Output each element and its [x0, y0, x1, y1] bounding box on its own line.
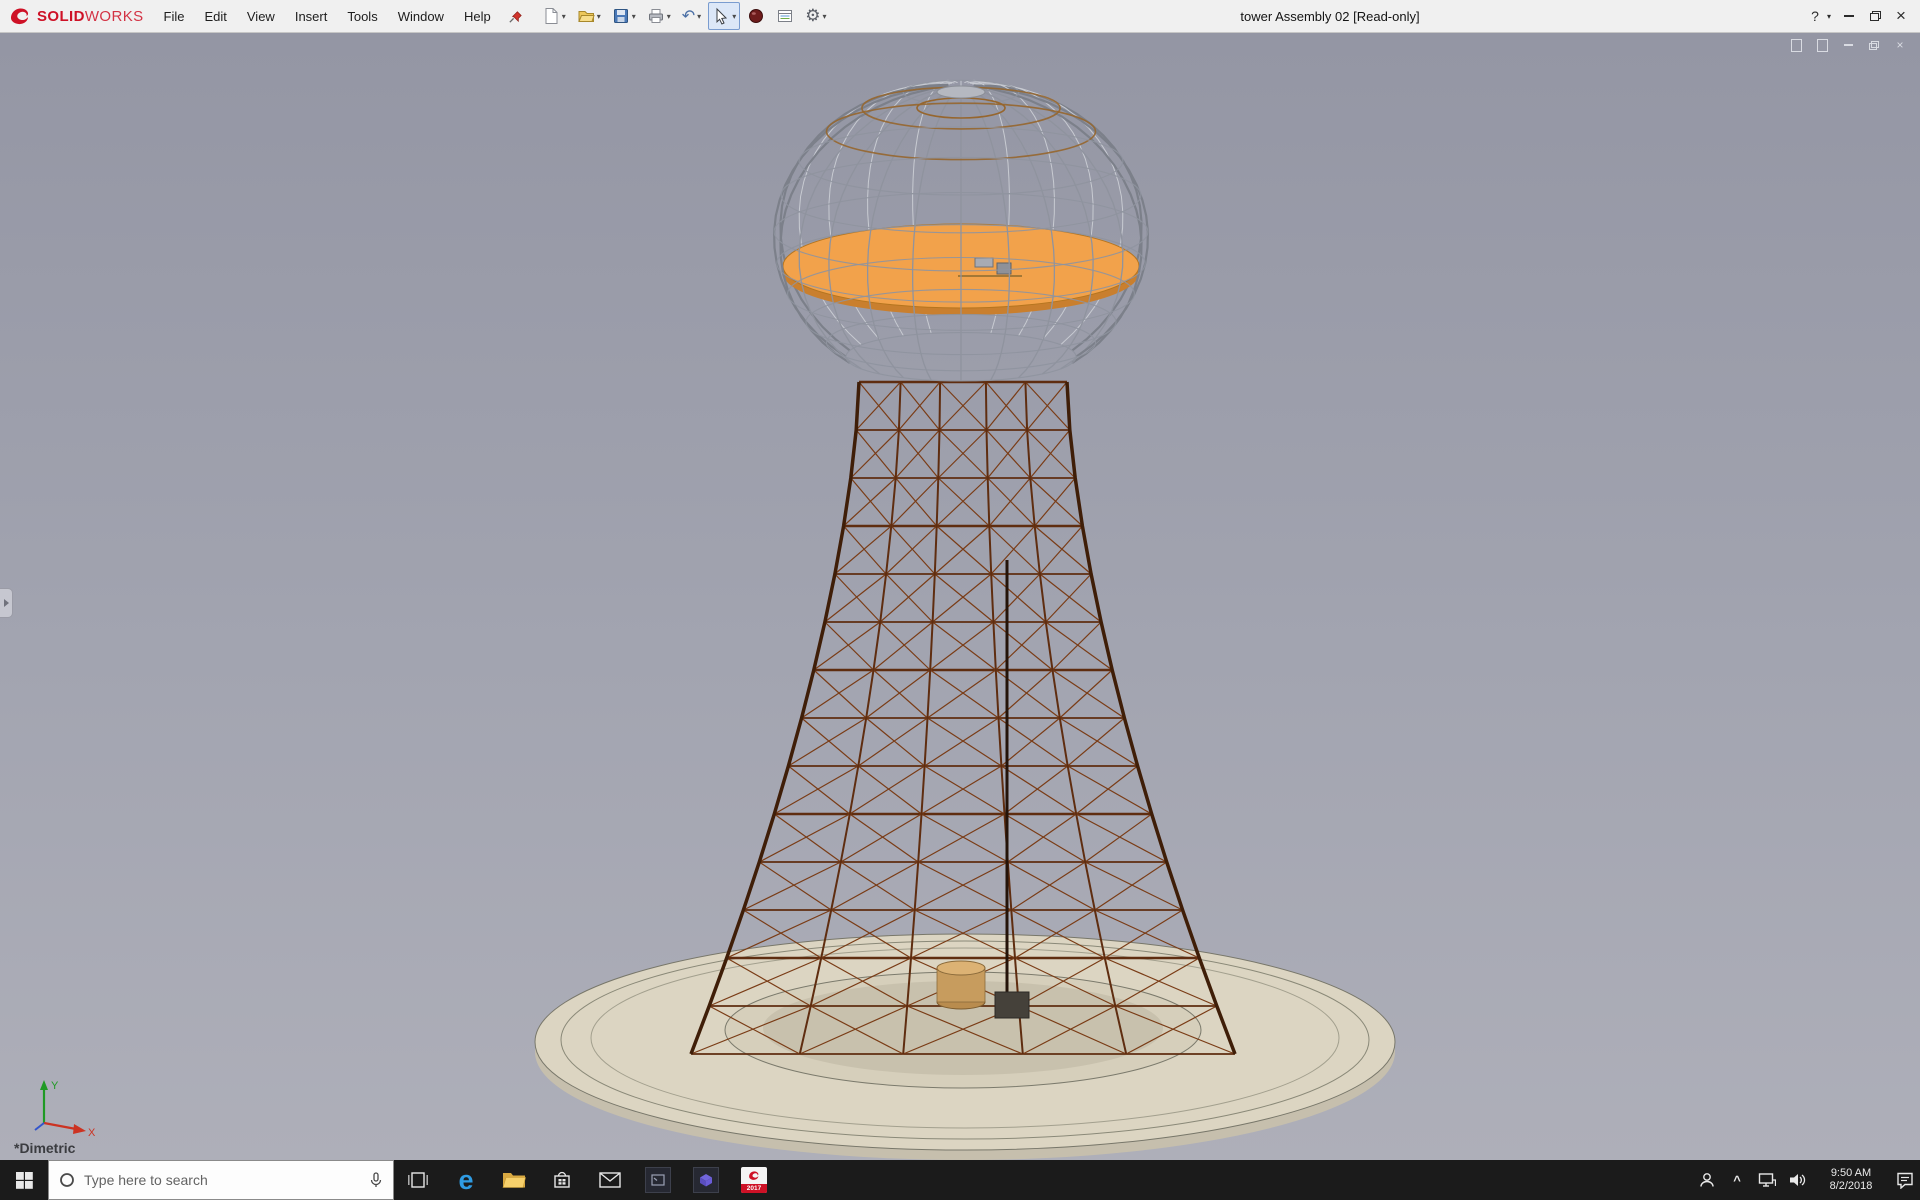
system-tray: ^ 9:50 AM 8/2/2018: [1692, 1160, 1920, 1200]
taskbar-store-button[interactable]: [538, 1160, 586, 1200]
menu-edit[interactable]: Edit: [194, 4, 236, 29]
taskbar-app-dark-button-2[interactable]: [682, 1160, 730, 1200]
report-button[interactable]: [772, 2, 798, 30]
doc-minimize-button[interactable]: [1838, 37, 1858, 53]
window-controls: ? ▾ ×: [1802, 0, 1914, 32]
new-document-button[interactable]: ▾: [538, 2, 570, 30]
chevron-down-icon[interactable]: ▾: [732, 12, 736, 21]
orientation-triad: Y X: [26, 1076, 98, 1138]
chevron-down-icon[interactable]: ▾: [562, 12, 566, 21]
window-title: tower Assembly 02 [Read-only]: [1150, 9, 1510, 24]
undo-button[interactable]: ↶ ▾: [678, 2, 705, 30]
taskbar-clock[interactable]: 9:50 AM 8/2/2018: [1812, 1167, 1890, 1193]
restore-button[interactable]: [1862, 0, 1888, 32]
cortana-icon: [59, 1172, 75, 1188]
select-cursor-icon: [712, 7, 730, 25]
taskbar: Type here to search e: [0, 1160, 1920, 1200]
doc-page-icon-1[interactable]: [1786, 37, 1806, 53]
tray-volume-button[interactable]: [1782, 1160, 1812, 1200]
tower-assembly-model[interactable]: [0, 32, 1920, 1160]
solidworks-window: SOLIDWORKS File Edit View Insert Tools W…: [0, 0, 1920, 1200]
menu-view[interactable]: View: [237, 4, 285, 29]
open-button[interactable]: ▾: [573, 2, 605, 30]
options-button[interactable]: ⚙ ▾: [801, 2, 830, 30]
speaker-icon: [1788, 1172, 1806, 1188]
solidworks-logo: SOLIDWORKS: [0, 4, 154, 28]
print-icon: [647, 7, 665, 25]
chevron-down-icon[interactable]: ▾: [697, 12, 701, 21]
taskbar-file-explorer-button[interactable]: [490, 1160, 538, 1200]
tray-people-button[interactable]: [1692, 1160, 1722, 1200]
menu-file[interactable]: File: [154, 4, 195, 29]
tray-show-hidden-icons-button[interactable]: ^: [1722, 1160, 1752, 1200]
dark-app-icon-1: [645, 1167, 671, 1193]
triad-x-label: X: [88, 1127, 96, 1138]
quick-toolbar: ▾ ▾ ▾: [538, 2, 831, 30]
menu-tools[interactable]: Tools: [337, 4, 387, 29]
clock-date: 8/2/2018: [1814, 1180, 1888, 1193]
chevron-up-icon: ^: [1733, 1173, 1741, 1188]
task-view-icon: [408, 1171, 428, 1189]
pin-menu-icon[interactable]: [507, 8, 524, 25]
search-placeholder: Type here to search: [84, 1172, 360, 1188]
help-dropdown-icon[interactable]: ▾: [1822, 0, 1836, 32]
doc-page-icon-2[interactable]: [1812, 37, 1832, 53]
action-center-button[interactable]: [1890, 1160, 1920, 1200]
chevron-down-icon[interactable]: ▾: [822, 12, 826, 21]
doc-restore-button[interactable]: [1864, 37, 1884, 53]
store-icon: [552, 1170, 572, 1190]
report-window-icon: [776, 7, 794, 25]
microphone-icon[interactable]: [369, 1172, 383, 1188]
appearance-sphere-icon: [747, 7, 765, 25]
triad-y-label: Y: [51, 1080, 59, 1092]
menu-insert[interactable]: Insert: [285, 4, 338, 29]
chevron-down-icon[interactable]: ▾: [667, 12, 671, 21]
start-button[interactable]: [0, 1160, 48, 1200]
tray-network-button[interactable]: [1752, 1160, 1782, 1200]
new-document-icon: [542, 7, 560, 25]
save-button[interactable]: ▾: [608, 2, 640, 30]
solidworks-app-icon: 2017: [741, 1167, 767, 1193]
menu-help[interactable]: Help: [454, 4, 501, 29]
panel-expand-arrow-icon: [4, 599, 9, 607]
taskbar-search-box[interactable]: Type here to search: [48, 1160, 394, 1200]
brand-text: SOLIDWORKS: [37, 8, 144, 25]
chevron-down-icon[interactable]: ▾: [632, 12, 636, 21]
taskbar-edge-button[interactable]: e: [442, 1160, 490, 1200]
graphics-viewport[interactable]: × Y X *Dimetric: [0, 32, 1920, 1160]
network-icon: [1758, 1172, 1776, 1188]
select-tool-button[interactable]: ▾: [708, 2, 740, 30]
dassault-ds-icon: [8, 4, 32, 28]
gear-icon: ⚙: [805, 7, 820, 25]
document-window-controls: ×: [1786, 37, 1910, 53]
close-button[interactable]: ×: [1888, 0, 1914, 32]
task-view-button[interactable]: [394, 1160, 442, 1200]
chevron-down-icon[interactable]: ▾: [597, 12, 601, 21]
doc-close-button[interactable]: ×: [1890, 37, 1910, 53]
appearance-button[interactable]: [743, 2, 769, 30]
undo-arrow-icon: ↶: [682, 7, 695, 25]
taskbar-mail-button[interactable]: [586, 1160, 634, 1200]
save-floppy-icon: [612, 7, 630, 25]
feature-panel-collapsed-tab[interactable]: [0, 588, 13, 618]
taskbar-app-dark-button-1[interactable]: [634, 1160, 682, 1200]
action-center-icon: [1896, 1172, 1914, 1189]
dark-app-icon-2: [693, 1167, 719, 1193]
file-explorer-icon: [502, 1170, 526, 1190]
minimize-button[interactable]: [1836, 0, 1862, 32]
edge-icon: e: [458, 1167, 473, 1194]
menu-items: File Edit View Insert Tools Window Help: [154, 4, 501, 29]
view-orientation-label: *Dimetric: [14, 1140, 75, 1156]
open-folder-icon: [577, 7, 595, 25]
taskbar-solidworks-button[interactable]: 2017: [730, 1160, 778, 1200]
people-icon: [1698, 1171, 1716, 1189]
menu-window[interactable]: Window: [388, 4, 454, 29]
menu-bar: SOLIDWORKS File Edit View Insert Tools W…: [0, 0, 1920, 33]
mail-icon: [599, 1172, 621, 1188]
windows-logo-icon: [16, 1172, 33, 1189]
solidworks-year-label: 2017: [741, 1184, 767, 1193]
print-button[interactable]: ▾: [643, 2, 675, 30]
clock-time: 9:50 AM: [1814, 1167, 1888, 1180]
